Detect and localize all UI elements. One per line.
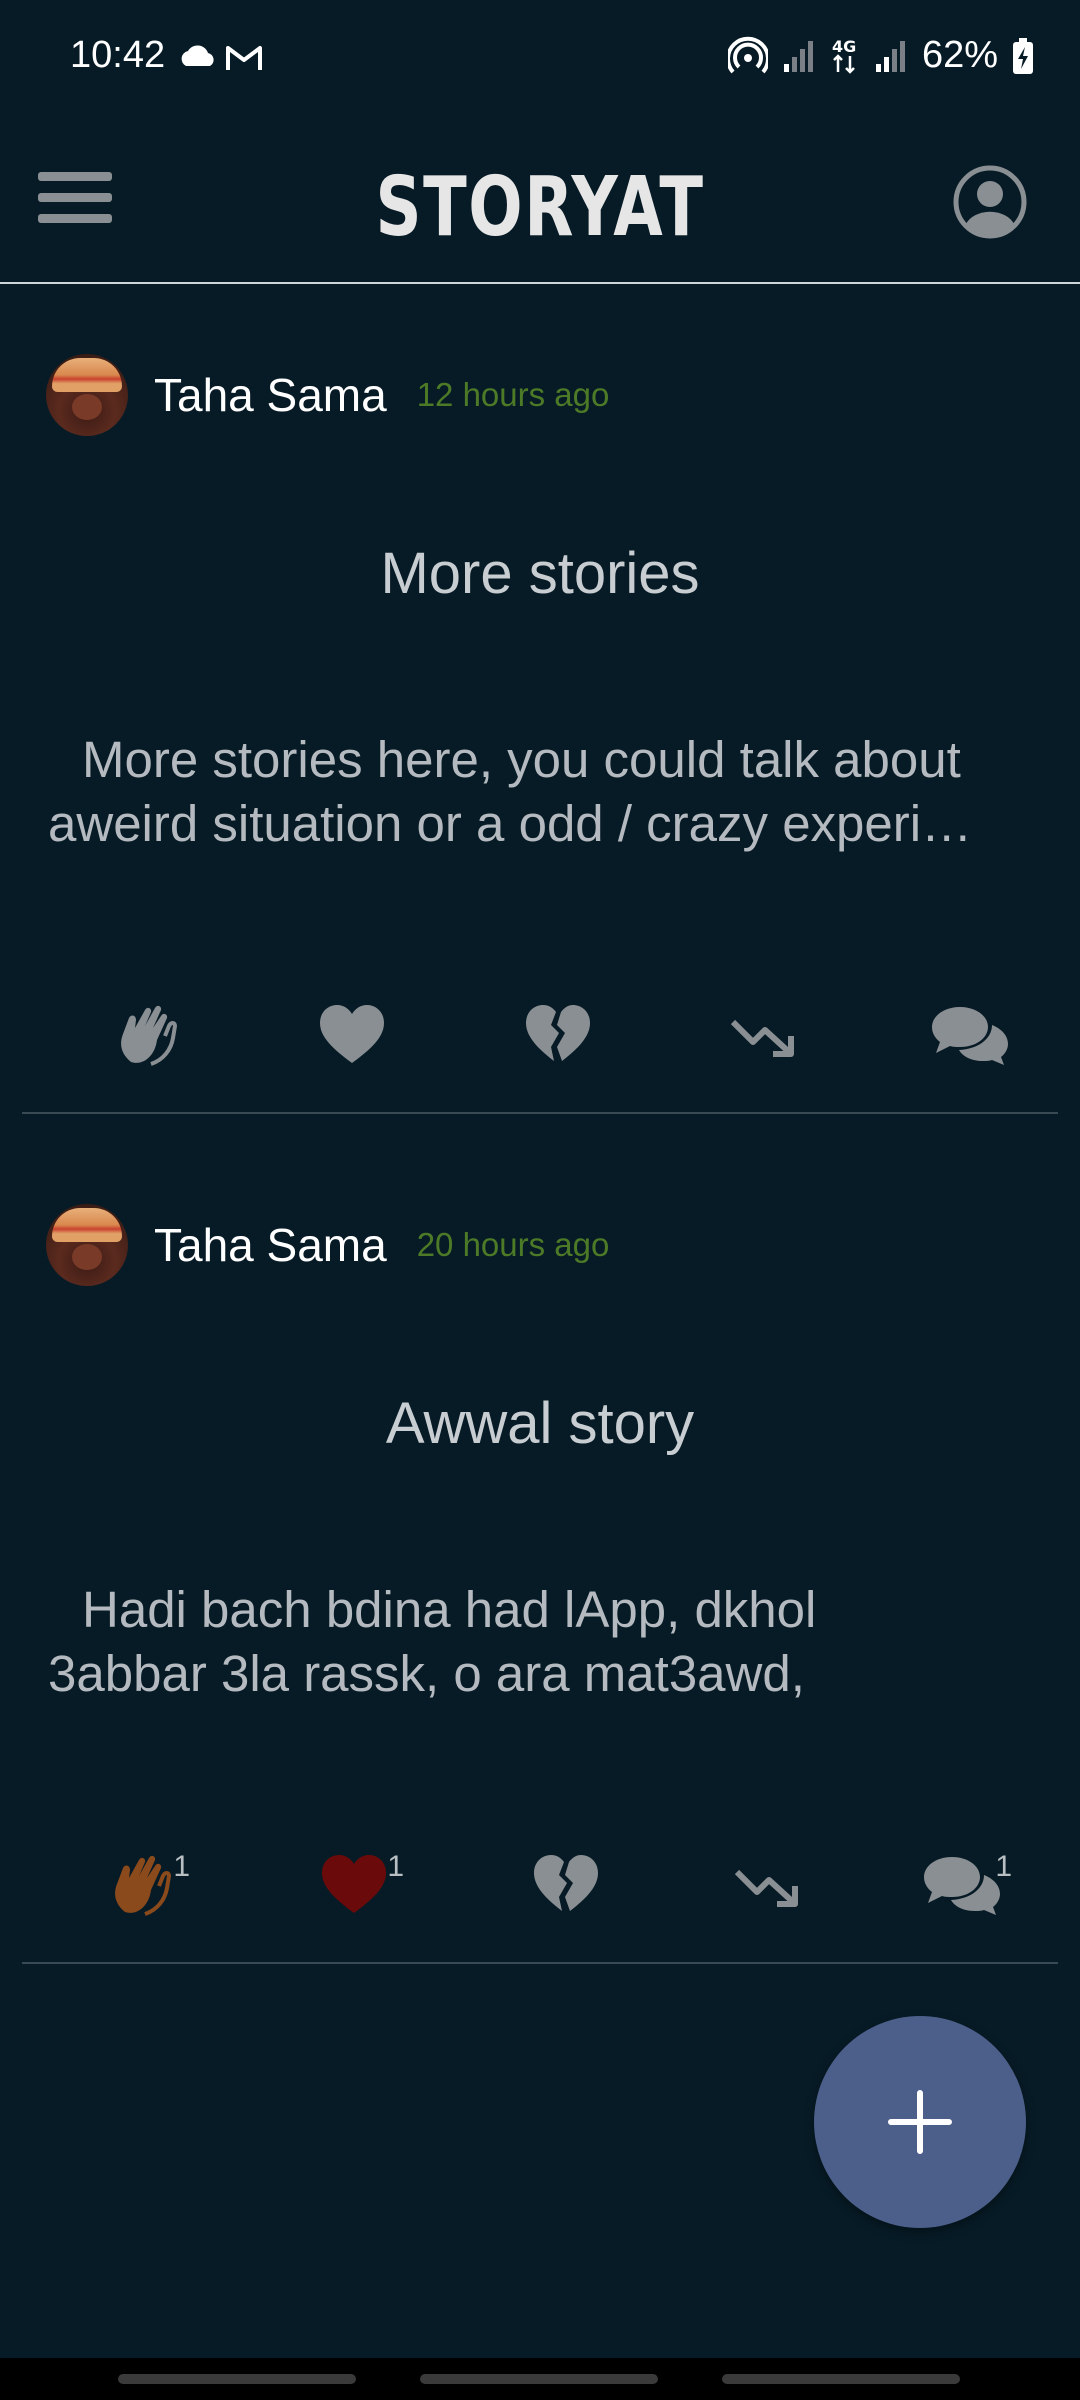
reaction-bar: 1 1 1 (22, 1840, 1058, 1930)
story-excerpt-line: Hadi bach bdina had lApp, dkhol (82, 1581, 817, 1638)
hamburger-menu-icon[interactable] (38, 172, 112, 232)
reaction-count: 1 (173, 1850, 190, 1883)
avatar[interactable] (46, 1204, 128, 1286)
story-title: More stories (380, 541, 700, 606)
add-story-button[interactable] (814, 2016, 1026, 2228)
status-left-icons (180, 40, 272, 79)
network-label: 4G (832, 37, 856, 56)
nav-recents-button[interactable] (118, 2374, 356, 2384)
heartbreak-button[interactable] (506, 1840, 626, 1930)
plus-icon (888, 2090, 952, 2154)
system-nav-bar (0, 2358, 1080, 2400)
heart-icon (320, 1005, 384, 1063)
signal-weak-icon (783, 40, 813, 72)
status-right-icons: 4G 62% (727, 34, 1034, 77)
story-header: Taha Sama 12 hours ago (46, 350, 609, 440)
clap-button[interactable] (86, 990, 206, 1080)
author-name[interactable]: Taha Sama (154, 368, 387, 422)
love-button[interactable]: 1 (294, 1840, 414, 1930)
app-bar: STORYAT (0, 120, 1080, 284)
gmail-icon (226, 46, 262, 70)
story-excerpt-line: aweird situation or a odd / crazy experi… (48, 795, 973, 852)
reaction-count: 1 (995, 1850, 1012, 1883)
comments-icon (924, 1857, 1000, 1915)
story-excerpt: More stories here, you could talk about … (48, 728, 1032, 856)
time-ago: 20 hours ago (416, 1226, 610, 1263)
reaction-bar (22, 990, 1058, 1080)
cloud-icon (181, 45, 214, 66)
battery-charging-icon (1013, 37, 1033, 74)
comments-button[interactable]: 1 (902, 1840, 1022, 1930)
reaction-count: 1 (387, 1850, 404, 1883)
clap-icon (115, 1855, 172, 1916)
broken-heart-icon (534, 1855, 598, 1911)
story-card[interactable]: Taha Sama 12 hours ago More stories More… (22, 340, 1058, 1114)
story-card[interactable]: Taha Sama 20 hours ago Awwal story Hadi … (22, 1190, 1058, 1964)
signal-icon (875, 40, 905, 72)
app-screen: 10:42 4G 62% STORYAT Taha Sama 12 hours … (0, 0, 1080, 2400)
story-excerpt-line: More stories here, you could talk about (82, 731, 961, 788)
comments-icon (932, 1007, 1008, 1065)
hotspot-icon (727, 36, 768, 73)
status-time: 10:42 (70, 34, 166, 76)
love-button[interactable] (292, 990, 412, 1080)
heart-icon (322, 1855, 386, 1913)
heartbreak-button[interactable] (498, 990, 618, 1080)
4g-data-icon: 4G (832, 37, 856, 74)
battery-percent: 62% (921, 34, 998, 76)
nav-home-button[interactable] (420, 2374, 658, 2384)
clap-icon (121, 1005, 178, 1066)
app-title: STORYAT (375, 160, 705, 255)
nav-back-button[interactable] (722, 2374, 960, 2384)
story-title: Awwal story (385, 1391, 695, 1456)
clap-button[interactable]: 1 (80, 1840, 200, 1930)
broken-heart-icon (526, 1005, 590, 1061)
account-circle-icon[interactable] (952, 164, 1028, 240)
avatar[interactable] (46, 354, 128, 436)
comments-button[interactable] (910, 990, 1030, 1080)
trending-down-icon (734, 1869, 798, 1907)
trending-down-button[interactable] (704, 990, 824, 1080)
author-name[interactable]: Taha Sama (154, 1218, 387, 1272)
time-ago: 12 hours ago (416, 376, 610, 413)
story-excerpt: Hadi bach bdina had lApp, dkhol 3abbar 3… (48, 1578, 1032, 1706)
story-excerpt-line: 3abbar 3la rassk, o ara mat3awd, (48, 1645, 805, 1702)
status-bar: 10:42 4G 62% (0, 0, 1080, 120)
trending-down-button[interactable] (708, 1840, 828, 1930)
story-header: Taha Sama 20 hours ago (46, 1200, 609, 1290)
trending-down-icon (730, 1019, 794, 1057)
